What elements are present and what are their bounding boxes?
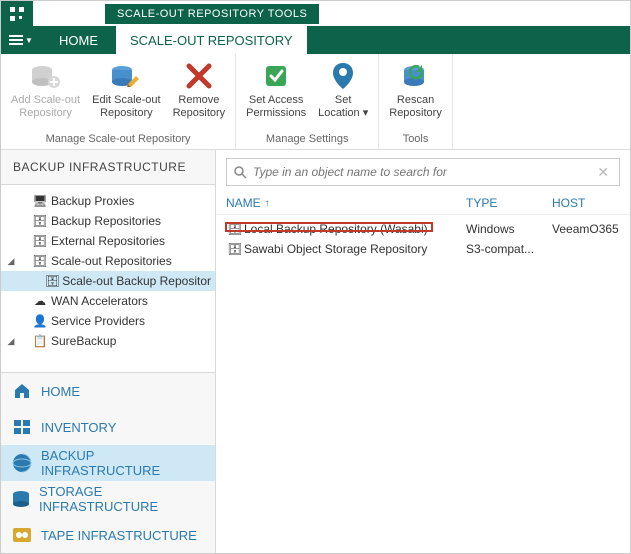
tree-wan-accelerators[interactable]: ☁WAN Accelerators bbox=[1, 291, 215, 311]
search-icon bbox=[233, 165, 247, 179]
clear-search-icon[interactable]: ✕ bbox=[593, 164, 613, 181]
nav-backup-infrastructure[interactable]: BACKUP INFRASTRUCTURE bbox=[1, 445, 215, 481]
sort-asc-icon: ↑ bbox=[265, 198, 270, 209]
edit-repository-icon bbox=[110, 60, 142, 92]
collapse-icon[interactable]: ◢ bbox=[5, 336, 17, 347]
repository-icon: 🗄 bbox=[31, 214, 49, 228]
highlight-annotation bbox=[225, 222, 433, 232]
inventory-icon bbox=[11, 416, 33, 438]
tree-backup-proxies[interactable]: 🖥Backup Proxies bbox=[1, 191, 215, 211]
ribbon-group-manage-label: Manage Scale-out Repository bbox=[5, 131, 231, 147]
app-qr-icon bbox=[1, 1, 33, 26]
add-repository-icon bbox=[30, 60, 62, 92]
tree-service-providers[interactable]: 👤Service Providers bbox=[1, 311, 215, 331]
tape-infra-icon bbox=[11, 524, 33, 546]
tree-external-repositories[interactable]: 🗄External Repositories bbox=[1, 231, 215, 251]
edit-scaleout-repository-button[interactable]: Edit Scale-out Repository bbox=[86, 56, 166, 122]
grid-row[interactable]: 🗄 Sawabi Object Storage Repository S3-co… bbox=[226, 239, 620, 259]
rescan-icon bbox=[400, 60, 432, 92]
nav-inventory[interactable]: INVENTORY bbox=[1, 409, 215, 445]
surebackup-icon: 📋 bbox=[31, 334, 49, 348]
nav-storage-infrastructure[interactable]: STORAGE INFRASTRUCTURE bbox=[1, 481, 215, 517]
external-repo-icon: 🗄 bbox=[31, 234, 49, 248]
remove-repository-button[interactable]: Remove Repository bbox=[167, 56, 232, 122]
storage-infra-icon bbox=[11, 488, 31, 510]
nav-home[interactable]: HOME bbox=[1, 373, 215, 409]
ribbon-group-tools-label: Tools bbox=[383, 131, 448, 147]
object-storage-icon: 🗄 bbox=[226, 242, 244, 256]
sidebar-title: BACKUP INFRASTRUCTURE bbox=[1, 150, 215, 185]
scaleout-child-icon: 🗄 bbox=[45, 274, 60, 288]
ribbon-group-settings-label: Manage Settings bbox=[240, 131, 374, 147]
column-header-name[interactable]: NAME ↑ bbox=[226, 196, 466, 210]
home-icon bbox=[11, 380, 33, 402]
tab-scaleout-repository[interactable]: SCALE-OUT REPOSITORY bbox=[116, 26, 307, 54]
infrastructure-tree[interactable]: 🖥Backup Proxies 🗄Backup Repositories 🗄Ex… bbox=[1, 185, 215, 372]
add-scaleout-repository-button: Add Scale-out Repository bbox=[5, 56, 86, 122]
search-input[interactable] bbox=[247, 165, 593, 179]
set-access-permissions-button[interactable]: Set Access Permissions bbox=[240, 56, 312, 122]
rescan-repository-button[interactable]: Rescan Repository bbox=[383, 56, 448, 122]
proxy-icon: 🖥 bbox=[31, 194, 49, 208]
backup-infra-icon bbox=[11, 452, 33, 474]
nav-tape-infrastructure[interactable]: TAPE INFRASTRUCTURE bbox=[1, 517, 215, 553]
column-header-type[interactable]: TYPE bbox=[466, 196, 552, 210]
tree-surebackup[interactable]: ◢📋SureBackup bbox=[1, 331, 215, 351]
column-header-host[interactable]: HOST bbox=[552, 196, 620, 210]
location-icon bbox=[327, 60, 359, 92]
tab-home[interactable]: HOME bbox=[41, 26, 116, 54]
cloud-icon: ☁ bbox=[31, 294, 49, 308]
search-bar[interactable]: ✕ bbox=[226, 158, 620, 186]
scaleout-icon: 🗄 bbox=[31, 254, 49, 268]
tree-scaleout-backup-repository[interactable]: 🗄Scale-out Backup Repositor bbox=[1, 271, 215, 291]
menu-dropdown-button[interactable]: ▼ bbox=[1, 26, 41, 54]
collapse-icon[interactable]: ◢ bbox=[5, 256, 17, 267]
remove-icon bbox=[183, 60, 215, 92]
service-provider-icon: 👤 bbox=[31, 314, 49, 328]
permissions-icon bbox=[260, 60, 292, 92]
tree-scaleout-repositories[interactable]: ◢🗄Scale-out Repositories bbox=[1, 251, 215, 271]
contextual-tab-label: SCALE-OUT REPOSITORY TOOLS bbox=[105, 4, 319, 24]
set-location-button[interactable]: Set Location ▾ bbox=[312, 56, 374, 122]
tree-backup-repositories[interactable]: 🗄Backup Repositories bbox=[1, 211, 215, 231]
